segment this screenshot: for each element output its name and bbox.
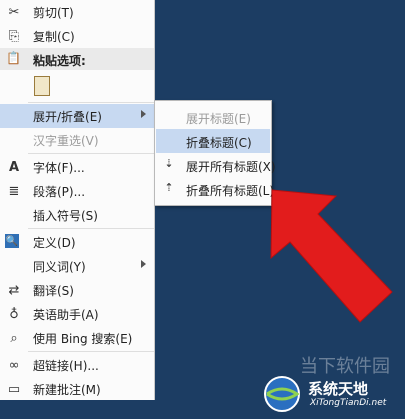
- globe-logo-icon: [264, 376, 300, 412]
- watermark-brand: 当下软件园: [300, 356, 390, 377]
- watermark: 当下软件园 系统天地 XiTongTianDi.net: [254, 350, 404, 416]
- watermark-url: XiTongTianDi.net: [310, 398, 387, 408]
- watermark-site-name: 系统天地: [308, 380, 369, 398]
